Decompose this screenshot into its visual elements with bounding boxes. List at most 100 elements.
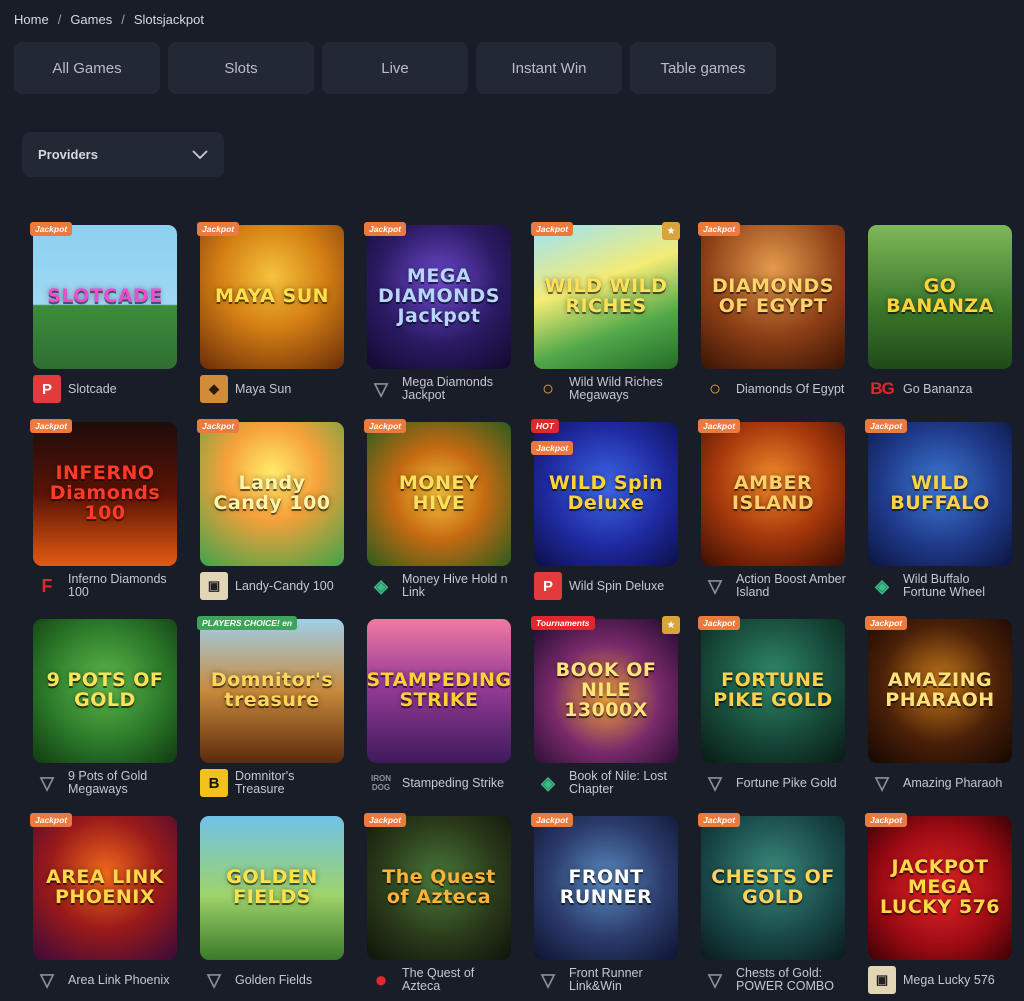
game-card[interactable]: SLOTCADE Jackpot P Slotcade [30,222,180,412]
game-logo: JACKPOT MEGA LUCKY 576 [879,856,1001,918]
tab-all-games[interactable]: All Games [14,42,160,94]
provider-logo-icon: ▣ [200,572,228,600]
game-card[interactable]: Domnitor's treasure PLAYERS CHOICE! en B Do… [197,616,347,806]
game-card[interactable]: 9 POTS OF GOLD ▽ 9 Pots of Gold Megaways [30,616,180,806]
game-thumbnail[interactable]: 9 POTS OF GOLD [33,619,177,763]
provider-logo-icon: IRON DOG [371,774,391,792]
game-title[interactable]: Action Boost Amber Island [736,573,848,599]
game-thumbnail[interactable]: CHESTS OF GOLD [701,816,845,960]
provider-logo-icon: ▽ [374,378,388,399]
game-card[interactable]: The Quest of Azteca Jackpot ● The Quest of … [364,813,514,1001]
game-thumbnail[interactable]: MEGA DIAMONDS Jackpot [367,225,511,369]
providers-dropdown[interactable]: Providers [22,132,224,177]
game-card[interactable]: AREA LINK PHOENIX Jackpot ▽ Area Link Phoen… [30,813,180,1001]
game-thumbnail[interactable]: AMBER ISLAND [701,422,845,566]
game-title[interactable]: Mega Diamonds Jackpot [402,376,514,402]
game-card[interactable]: GOLDEN FIELDS ▽ Golden Fields [197,813,347,1001]
game-thumbnail[interactable]: The Quest of Azteca [367,816,511,960]
game-logo: SLOTCADE [47,285,163,308]
game-logo: BOOK OF NILE 13000X [555,659,657,721]
game-thumbnail[interactable]: JACKPOT MEGA LUCKY 576 [868,816,1012,960]
game-info: BG Go Bananza [868,375,1015,403]
game-logo: FRONT RUNNER [559,866,653,908]
game-info: ▽ Area Link Phoenix [33,966,180,994]
game-card[interactable]: STAMPEDING STRIKE IRON DOG Stampeding Stri… [364,616,514,806]
game-badge: Jackpot [698,616,741,630]
game-card[interactable]: AMAZING PHARAOH Jackpot ▽ Amazing Pharaoh [865,616,1015,806]
game-title[interactable]: Inferno Diamonds 100 [68,573,180,599]
game-card[interactable]: FRONT RUNNER Jackpot ▽ Front Runner Link&Wi… [531,813,681,1001]
game-badge: Jackpot [197,222,240,236]
breadcrumb-home[interactable]: Home [14,12,49,27]
provider-logo-icon: ▽ [40,969,54,990]
game-title[interactable]: Wild Wild Riches Megaways [569,376,681,402]
game-title[interactable]: Book of Nile: Lost Chapter [569,770,681,796]
game-thumbnail[interactable]: AMAZING PHARAOH [868,619,1012,763]
tab-slots[interactable]: Slots [168,42,314,94]
game-thumbnail[interactable]: MONEY HIVE [367,422,511,566]
game-title[interactable]: Wild Spin Deluxe [569,579,664,593]
game-title[interactable]: Mega Lucky 576 [903,973,995,987]
game-thumbnail[interactable]: STAMPEDING STRIKE [367,619,511,763]
game-info: IRON DOG Stampeding Strike [367,769,514,797]
game-title[interactable]: Fortune Pike Gold [736,776,837,790]
game-logo: STAMPEDING STRIKE [367,669,511,711]
tab-table-games[interactable]: Table games [630,42,776,94]
game-title[interactable]: Slotcade [68,382,117,396]
game-title[interactable]: 9 Pots of Gold Megaways [68,770,180,796]
breadcrumb-games[interactable]: Games [70,12,112,27]
game-card[interactable]: Landy Candy 100 Jackpot ▣ Landy-Candy 100 [197,419,347,609]
game-title[interactable]: The Quest of Azteca [402,967,514,993]
game-card[interactable]: MAYA SUN Jackpot ◆ Maya Sun [197,222,347,412]
game-thumbnail[interactable]: AREA LINK PHOENIX [33,816,177,960]
game-card[interactable]: AMBER ISLAND Jackpot ▽ Action Boost Amber I… [698,419,848,609]
tab-instant-win[interactable]: Instant Win [476,42,622,94]
game-badge: Jackpot [698,813,741,827]
game-card[interactable]: INFERNO Diamonds 100 Jackpot F Inferno Diam… [30,419,180,609]
game-title[interactable]: Go Bananza [903,382,973,396]
game-card[interactable]: JACKPOT MEGA LUCKY 576 Jackpot ▣ Mega Lucky… [865,813,1015,1001]
game-card[interactable]: MONEY HIVE Jackpot ◈ Money Hive Hold n Link [364,419,514,609]
game-thumbnail[interactable]: DIAMONDS OF EGYPT [701,225,845,369]
game-title[interactable]: Diamonds Of Egypt [736,382,844,396]
game-thumbnail[interactable]: BOOK OF NILE 13000X [534,619,678,763]
game-thumbnail[interactable]: Landy Candy 100 [200,422,344,566]
game-card[interactable]: WILD WILD RICHES Jackpot ★ ○ Wild Wild Riche… [531,222,681,412]
game-title[interactable]: Amazing Pharaoh [903,776,1002,790]
game-title[interactable]: Maya Sun [235,382,291,396]
game-thumbnail[interactable]: SLOTCADE [33,225,177,369]
game-card[interactable]: FORTUNE PIKE GOLD Jackpot ▽ Fortune Pike Go… [698,616,848,806]
game-title[interactable]: Wild Buffalo Fortune Wheel [903,573,1015,599]
game-title[interactable]: Golden Fields [235,973,312,987]
game-card[interactable]: GO BANANZA BG Go Bananza [865,222,1015,412]
game-thumbnail[interactable]: MAYA SUN [200,225,344,369]
provider-logo-icon: ▽ [40,772,54,793]
game-title[interactable]: Domnitor's Treasure [235,770,347,796]
game-thumbnail[interactable]: INFERNO Diamonds 100 [33,422,177,566]
game-title[interactable]: Money Hive Hold n Link [402,573,514,599]
game-card[interactable]: DIAMONDS OF EGYPT Jackpot ○ Diamonds Of Egy… [698,222,848,412]
game-card[interactable]: CHESTS OF GOLD Jackpot ▽ Chests of Gold: PO… [698,813,848,1001]
game-title[interactable]: Landy-Candy 100 [235,579,334,593]
game-card[interactable]: MEGA DIAMONDS Jackpot Jackpot ▽ Mega Diamon… [364,222,514,412]
game-card[interactable]: BOOK OF NILE 13000X Tournaments ★ ◈ Book of … [531,616,681,806]
game-thumbnail[interactable]: WILD BUFFALO [868,422,1012,566]
game-thumbnail[interactable]: GO BANANZA [868,225,1012,369]
game-card[interactable]: WILD BUFFALO Jackpot ◈ Wild Buffalo Fortune… [865,419,1015,609]
tab-live[interactable]: Live [322,42,468,94]
game-thumbnail[interactable]: FORTUNE PIKE GOLD [701,619,845,763]
provider-logo-icon: ▽ [708,969,722,990]
game-badge: Jackpot [30,419,73,433]
game-thumbnail[interactable]: GOLDEN FIELDS [200,816,344,960]
game-thumbnail[interactable]: Domnitor's treasure [200,619,344,763]
game-title[interactable]: Chests of Gold: POWER COMBO [736,967,848,993]
game-title[interactable]: Area Link Phoenix [68,973,169,987]
game-thumbnail[interactable]: FRONT RUNNER [534,816,678,960]
game-logo: WILD BUFFALO [890,472,990,514]
game-thumbnail[interactable]: WILD WILD RICHES [534,225,678,369]
game-card[interactable]: WILD Spin Deluxe HOT Jackpot P Wild Spin Del… [531,419,681,609]
game-title[interactable]: Front Runner Link&Win [569,967,681,993]
game-logo: AMAZING PHARAOH [885,669,995,711]
game-logo: GO BANANZA [886,275,994,317]
game-title[interactable]: Stampeding Strike [402,776,504,790]
